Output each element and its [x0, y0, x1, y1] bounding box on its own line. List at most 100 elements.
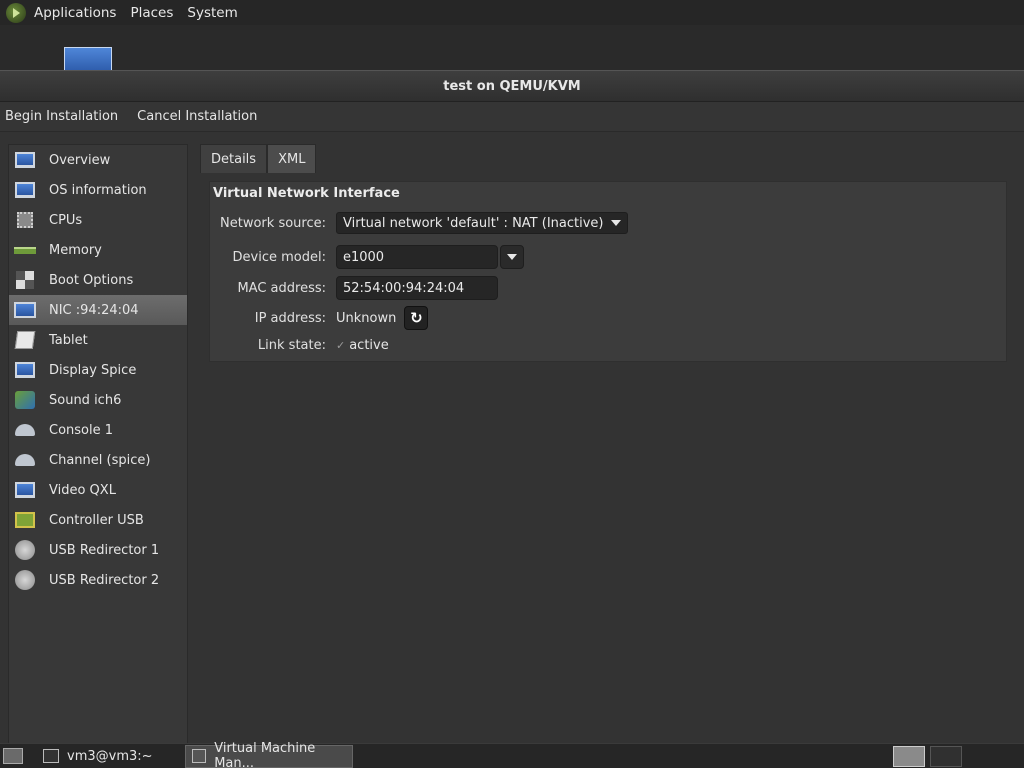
section-title: Virtual Network Interface — [213, 186, 400, 201]
tab-xml[interactable]: XML — [267, 144, 317, 173]
serial-port-icon — [13, 419, 37, 441]
sidebar-item-label: Channel (spice) — [49, 452, 151, 468]
mac-address-label: MAC address: — [237, 280, 326, 296]
sidebar-item-display-spice[interactable]: Display Spice — [9, 355, 187, 385]
sound-card-icon — [13, 389, 37, 411]
sidebar-item-sound[interactable]: Sound ich6 — [9, 385, 187, 415]
bottom-panel: vm3@vm3:~ Virtual Machine Man... — [0, 741, 1024, 768]
sidebar-item-boot-options[interactable]: Boot Options — [9, 265, 187, 295]
chevron-down-icon — [507, 254, 517, 260]
window-title: test on QEMU/KVM — [443, 78, 581, 94]
chevron-down-icon — [611, 220, 622, 226]
sidebar-item-label: Overview — [49, 152, 111, 168]
sidebar-item-console[interactable]: Console 1 — [9, 415, 187, 445]
network-source-value: Virtual network 'default' : NAT (Inactiv… — [343, 215, 604, 231]
menu-places[interactable]: Places — [130, 5, 173, 21]
sidebar-item-label: Sound ich6 — [49, 392, 122, 408]
sidebar-item-controller-usb[interactable]: Controller USB — [9, 505, 187, 535]
ip-address-row: IP address: Unknown ↻ — [210, 306, 429, 330]
sidebar-item-usb-redirector-2[interactable]: USB Redirector 2 — [9, 565, 187, 595]
monitor-icon — [13, 359, 37, 381]
main-menu-logo-icon[interactable] — [6, 2, 26, 23]
link-state-row: Link state: ✓ active — [210, 338, 389, 353]
details-area: Details XML Virtual Network Interface Ne… — [200, 144, 1016, 362]
sidebar-item-label: OS information — [49, 182, 147, 198]
sidebar-item-tablet[interactable]: Tablet — [9, 325, 187, 355]
taskbar-item-virt-manager[interactable]: Virtual Machine Man... — [184, 741, 353, 768]
menu-applications[interactable]: Applications — [34, 5, 116, 21]
sidebar-item-label: Controller USB — [49, 512, 144, 528]
monitor-icon — [13, 479, 37, 501]
controller-icon — [13, 509, 37, 531]
serial-port-icon — [13, 449, 37, 471]
begin-installation-button[interactable]: Begin Installation — [5, 109, 118, 124]
tablet-icon — [13, 329, 37, 351]
usb-icon — [13, 569, 37, 591]
taskbar-item-label: Virtual Machine Man... — [214, 741, 316, 768]
top-panel: Applications Places System — [0, 0, 1024, 25]
vm-install-window: test on QEMU/KVM Begin Installation Canc… — [0, 70, 1024, 744]
sidebar-item-label: USB Redirector 1 — [49, 542, 160, 558]
cpu-chip-icon — [13, 209, 37, 231]
nic-details-panel: Virtual Network Interface Network source… — [209, 181, 1007, 362]
sidebar-item-label: NIC :94:24:04 — [49, 302, 139, 318]
tab-bar: Details XML — [200, 144, 1016, 173]
mac-address-row: MAC address: 52:54:00:94:24:04 — [210, 276, 498, 300]
sidebar-item-label: Boot Options — [49, 272, 134, 288]
mac-address-field[interactable]: 52:54:00:94:24:04 — [336, 276, 498, 300]
ip-address-value: Unknown — [336, 310, 397, 326]
device-model-label: Device model: — [232, 249, 326, 265]
mac-address-value: 52:54:00:94:24:04 — [343, 280, 465, 296]
sidebar-item-overview[interactable]: Overview — [9, 145, 187, 175]
network-source-select[interactable]: Virtual network 'default' : NAT (Inactiv… — [336, 212, 629, 234]
menu-system[interactable]: System — [187, 5, 237, 21]
network-source-row: Network source: Virtual network 'default… — [210, 212, 629, 234]
cancel-installation-button[interactable]: Cancel Installation — [137, 109, 257, 124]
sidebar-item-label: Video QXL — [49, 482, 116, 498]
desktop — [0, 25, 1024, 73]
link-state-value: active — [349, 338, 389, 353]
sidebar-item-label: Memory — [49, 242, 102, 258]
window-content: Overview OS information CPUs Memory Boot… — [0, 134, 1024, 744]
sidebar-item-label: Tablet — [49, 332, 88, 348]
workspace-switcher-2[interactable] — [930, 746, 962, 767]
tab-details[interactable]: Details — [200, 144, 268, 173]
ip-address-label: IP address: — [254, 310, 326, 326]
usb-icon — [13, 539, 37, 561]
sidebar-item-label: USB Redirector 2 — [49, 572, 160, 588]
device-model-input[interactable]: e1000 — [336, 245, 498, 269]
hardware-list: Overview OS information CPUs Memory Boot… — [8, 144, 188, 744]
memory-icon — [13, 239, 37, 261]
taskbar-item-label: vm3@vm3:~ — [67, 748, 153, 764]
boot-options-icon — [13, 269, 37, 291]
link-state-checkbox[interactable]: ✓ active — [336, 338, 389, 353]
network-card-icon — [13, 299, 37, 321]
device-model-row: Device model: e1000 — [210, 245, 524, 269]
monitor-icon — [13, 149, 37, 171]
sidebar-item-nic[interactable]: NIC :94:24:04 — [9, 295, 187, 325]
sidebar-item-usb-redirector-1[interactable]: USB Redirector 1 — [9, 535, 187, 565]
sidebar-item-label: Console 1 — [49, 422, 114, 438]
workspace-switcher-1[interactable] — [893, 746, 925, 767]
link-state-label: Link state: — [257, 338, 326, 353]
taskbar-item-terminal[interactable]: vm3@vm3:~ — [37, 745, 159, 768]
refresh-icon: ↻ — [410, 309, 423, 327]
sidebar-item-label: Display Spice — [49, 362, 137, 378]
device-model-dropdown-button[interactable] — [500, 245, 524, 269]
virt-manager-icon — [191, 749, 207, 763]
sidebar-item-video-qxl[interactable]: Video QXL — [9, 475, 187, 505]
sidebar-item-cpus[interactable]: CPUs — [9, 205, 187, 235]
refresh-ip-button[interactable]: ↻ — [404, 306, 429, 330]
network-source-label: Network source: — [220, 215, 326, 231]
sidebar-item-memory[interactable]: Memory — [9, 235, 187, 265]
sidebar-item-channel-spice[interactable]: Channel (spice) — [9, 445, 187, 475]
toolbar: Begin Installation Cancel Installation — [0, 102, 1024, 132]
show-desktop-icon[interactable] — [3, 748, 23, 764]
terminal-icon — [43, 749, 59, 763]
checkmark-icon: ✓ — [336, 339, 346, 352]
device-model-value: e1000 — [343, 249, 385, 265]
sidebar-item-os-information[interactable]: OS information — [9, 175, 187, 205]
monitor-icon — [13, 179, 37, 201]
window-titlebar[interactable]: test on QEMU/KVM — [0, 71, 1024, 102]
sidebar-item-label: CPUs — [49, 212, 83, 228]
